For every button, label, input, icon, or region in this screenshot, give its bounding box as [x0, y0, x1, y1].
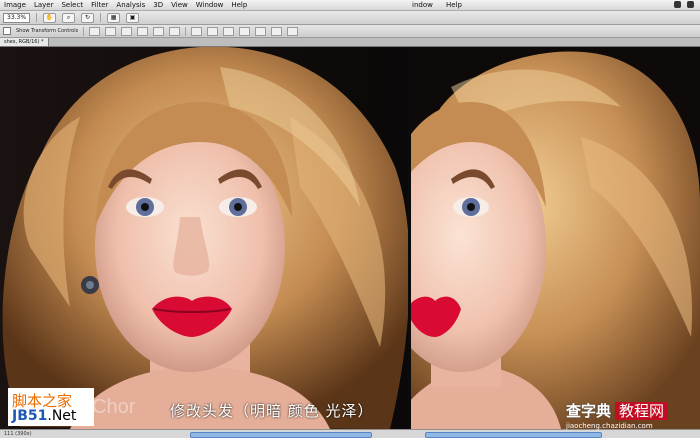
menu-bar: Image Layer Select Filter Analysis 3D Vi… — [0, 0, 700, 11]
align-top-icon[interactable] — [89, 26, 101, 36]
menu-item-3d[interactable]: 3D — [149, 0, 167, 10]
watermark-jb51-url: JB51.Net — [12, 408, 76, 424]
watermark-chazidian-title: 查字典 — [566, 402, 612, 420]
menu-item-view[interactable]: View — [167, 0, 192, 10]
align-right-icon[interactable] — [169, 26, 181, 36]
move-options-bar: Show Transform Controls — [0, 25, 700, 38]
horizontal-scrollbar-right[interactable] — [425, 432, 602, 438]
menu-item-layer[interactable]: Layer — [30, 0, 58, 10]
align-center-icon[interactable] — [153, 26, 165, 36]
zoom-tool-icon[interactable]: ⌕ — [62, 12, 76, 23]
portrait-after — [411, 47, 700, 429]
align-bottom-icon[interactable] — [121, 26, 133, 36]
ghost-icon — [674, 1, 681, 8]
portrait-before — [0, 47, 408, 429]
horizontal-scrollbar-left[interactable] — [190, 432, 372, 438]
menu-item-window[interactable]: Window — [192, 0, 228, 10]
before-image — [0, 47, 408, 429]
distribute-center-icon[interactable] — [255, 26, 267, 36]
menu-item-window-right[interactable]: indow — [408, 0, 437, 10]
menu-item-help[interactable]: Help — [227, 0, 251, 10]
watermark-jb51-domain: JB51 — [12, 408, 48, 424]
zoom-field[interactable]: 33.3% — [3, 12, 31, 23]
rotate-view-icon[interactable]: ↻ — [81, 12, 95, 23]
menubar-status-icons — [674, 0, 694, 8]
align-middle-icon[interactable] — [105, 26, 117, 36]
watermark-jb51-tld: .Net — [47, 408, 77, 424]
watermark-chazidian: 查字典 教程网 jiaocheng.chazidian.com — [566, 400, 669, 430]
document-tab[interactable]: shes, RGB/16) * — [0, 38, 49, 46]
watermark-chazidian-url: jiaocheng.chazidian.com — [566, 422, 653, 430]
align-left-icon[interactable] — [137, 26, 149, 36]
show-transform-label: Show Transform Controls — [16, 28, 79, 34]
caption-text: 修改头发（明暗 颜色 光泽） — [170, 402, 374, 420]
arrange-documents-icon[interactable]: ▦ — [107, 12, 121, 23]
screen-mode-icon[interactable]: ▣ — [126, 12, 140, 23]
auto-align-icon[interactable] — [287, 26, 299, 36]
menu-item-select[interactable]: Select — [57, 0, 87, 10]
show-transform-checkbox[interactable] — [3, 27, 11, 35]
toolbar-divider — [185, 26, 187, 36]
chor-watermark: Chor — [92, 396, 136, 418]
watermark-chazidian-badge: 教程网 — [615, 402, 669, 420]
distribute-left-icon[interactable] — [239, 26, 251, 36]
display-icon — [687, 1, 694, 8]
toolbar-divider — [100, 13, 102, 22]
compare-divider[interactable] — [408, 47, 411, 429]
distribute-bottom-icon[interactable] — [223, 26, 235, 36]
toolbar-divider — [83, 26, 85, 36]
watermark-jb51: 脚本之家 JB51.Net — [8, 388, 94, 426]
toolbar-divider — [36, 13, 38, 22]
menu-item-image[interactable]: Image — [0, 0, 30, 10]
hand-tool-icon[interactable]: ✋ — [43, 12, 57, 23]
image-canvas[interactable] — [0, 47, 700, 429]
after-image — [411, 47, 700, 429]
menu-item-filter[interactable]: Filter — [87, 0, 112, 10]
document-tab-label: shes, RGB/16) * — [4, 39, 44, 45]
menu-item-help-right[interactable]: Help — [442, 0, 466, 10]
menu-item-analysis[interactable]: Analysis — [112, 0, 149, 10]
distribute-middle-icon[interactable] — [207, 26, 219, 36]
distribute-right-icon[interactable] — [271, 26, 283, 36]
document-tab-strip: shes, RGB/16) * — [0, 38, 700, 47]
options-bar: 33.3% ✋ ⌕ ↻ ▦ ▣ — [0, 11, 700, 25]
distribute-top-icon[interactable] — [191, 26, 203, 36]
